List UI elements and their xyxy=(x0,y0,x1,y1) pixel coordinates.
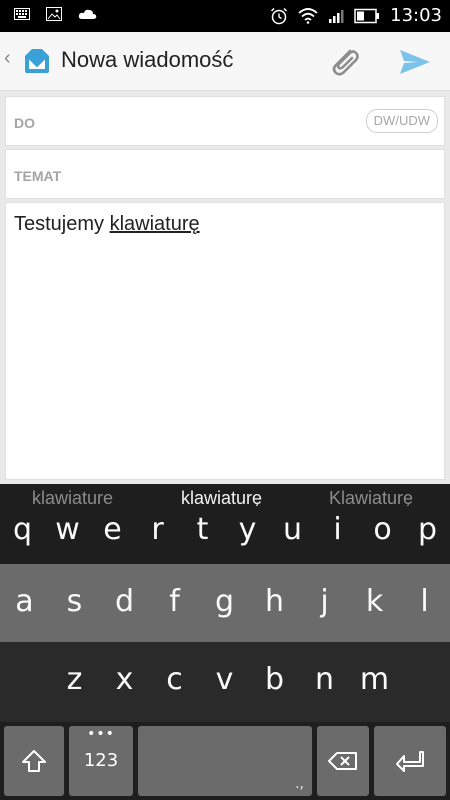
signal-icon xyxy=(328,8,344,24)
key-y[interactable]: y xyxy=(225,510,270,550)
key-z[interactable]: z xyxy=(52,660,97,700)
key-j[interactable]: j xyxy=(302,582,347,622)
key-e[interactable]: e xyxy=(90,510,135,550)
space-key[interactable]: ., xyxy=(138,726,312,796)
key-k[interactable]: k xyxy=(352,582,397,622)
paperclip-icon xyxy=(332,49,359,76)
wifi-icon xyxy=(298,7,318,24)
cc-bcc-button[interactable]: DW/UDW xyxy=(365,109,438,133)
key-r[interactable]: r xyxy=(135,510,180,550)
keyboard-row-4: ••• 123 ., xyxy=(0,722,450,800)
keyboard-icon xyxy=(14,8,30,20)
key-d[interactable]: d xyxy=(102,582,147,622)
body-text-plain: Testujemy xyxy=(14,213,110,235)
numbers-key-label: 123 xyxy=(83,750,119,771)
key-n[interactable]: n xyxy=(302,660,347,700)
body-text-composing-word: klawiaturę xyxy=(109,213,200,235)
soft-keyboard: klawiature klawiaturę Klawiaturę q w e r… xyxy=(0,484,450,800)
enter-key[interactable] xyxy=(374,726,446,796)
key-s[interactable]: s xyxy=(52,582,97,622)
keyboard-row-1: q w e r t y u i o p xyxy=(0,506,450,564)
key-c[interactable]: c xyxy=(152,660,197,700)
key-m[interactable]: m xyxy=(352,660,397,700)
to-field[interactable]: DO DW/UDW xyxy=(5,96,445,146)
backspace-icon xyxy=(328,752,357,770)
clock: 13:03 xyxy=(390,5,442,26)
send-icon xyxy=(400,50,430,74)
delete-key[interactable] xyxy=(317,726,369,796)
key-f[interactable]: f xyxy=(152,582,197,622)
key-v[interactable]: v xyxy=(202,660,247,700)
alarm-icon xyxy=(270,7,288,25)
key-i[interactable]: i xyxy=(315,510,360,550)
image-icon xyxy=(46,7,62,21)
battery-icon xyxy=(354,8,380,24)
page-title: Nowa wiadomość xyxy=(61,47,234,72)
message-body-field[interactable]: Testujemy klawiaturę xyxy=(5,202,445,480)
back-chevron-icon[interactable]: ‹ xyxy=(4,48,11,68)
key-g[interactable]: g xyxy=(202,582,247,622)
attach-button[interactable] xyxy=(324,42,364,82)
shift-icon xyxy=(22,750,46,772)
keyboard-row-3: z x c v b n m xyxy=(0,642,450,722)
shift-key[interactable] xyxy=(4,726,64,796)
key-w[interactable]: w xyxy=(45,510,90,550)
key-l[interactable]: l xyxy=(402,582,447,622)
subject-label: TEMAT xyxy=(14,168,62,184)
keyboard-row-2: a s d f g h j k l xyxy=(0,564,450,642)
key-u[interactable]: u xyxy=(270,510,315,550)
key-x[interactable]: x xyxy=(102,660,147,700)
app-logo-icon[interactable] xyxy=(22,46,52,81)
send-button[interactable] xyxy=(394,42,434,82)
subject-field[interactable]: TEMAT xyxy=(5,149,445,199)
weather-icon xyxy=(78,8,98,20)
key-h[interactable]: h xyxy=(252,582,297,622)
status-bar: 13:03 xyxy=(0,0,450,32)
key-o[interactable]: o xyxy=(360,510,405,550)
to-label: DO xyxy=(14,115,35,131)
app-bar: ‹ Nowa wiadomość xyxy=(0,32,450,91)
more-symbols-dots: ••• xyxy=(87,726,115,742)
key-q[interactable]: q xyxy=(0,510,45,550)
message-body-text: Testujemy klawiaturę xyxy=(14,213,200,236)
key-b[interactable]: b xyxy=(252,660,297,700)
key-p[interactable]: p xyxy=(405,510,450,550)
numbers-key[interactable]: ••• 123 xyxy=(69,726,133,796)
key-t[interactable]: t xyxy=(180,510,225,550)
return-icon xyxy=(396,751,424,772)
space-key-hint: ., xyxy=(295,776,304,792)
key-a[interactable]: a xyxy=(2,582,47,622)
